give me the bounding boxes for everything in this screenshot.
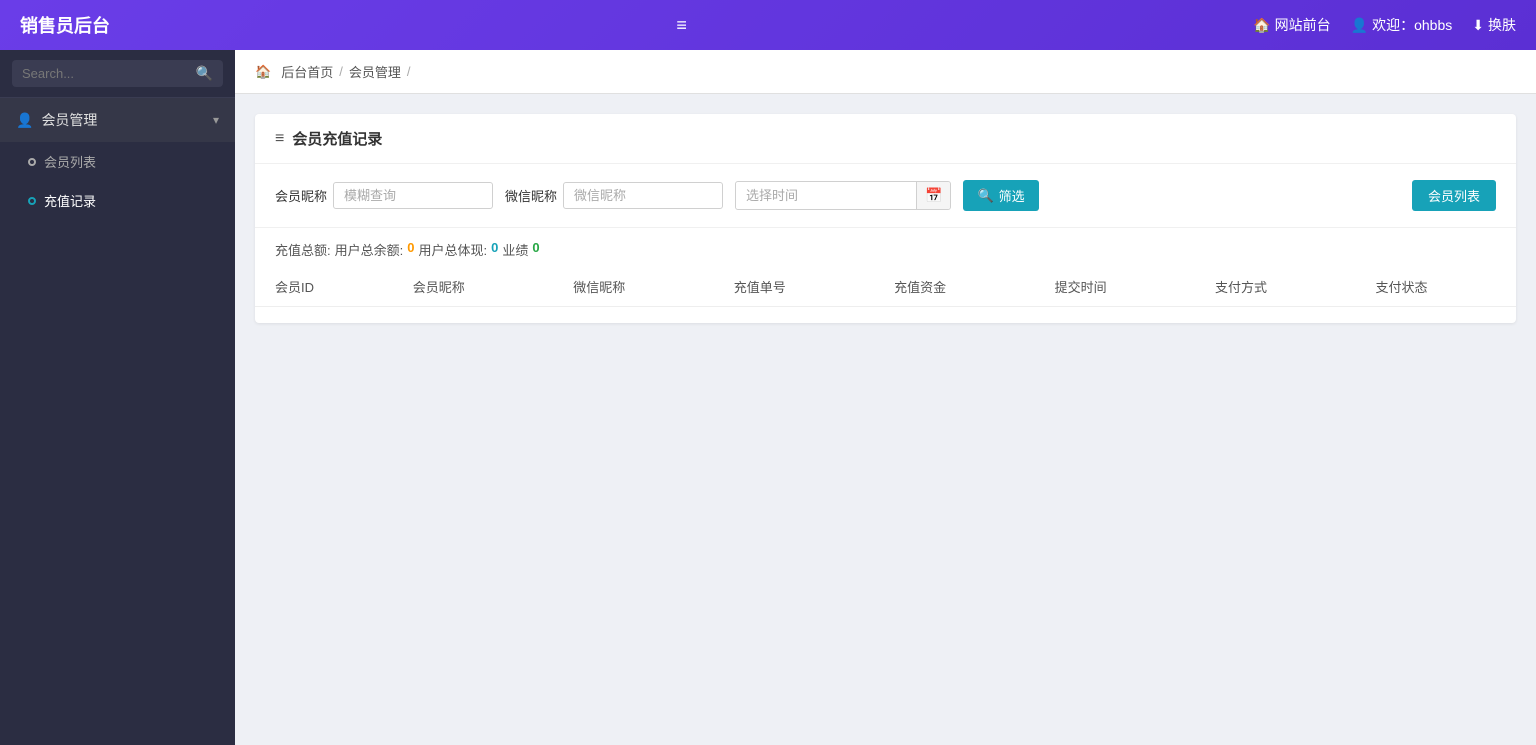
home-icon: 🏠 xyxy=(1253,17,1270,34)
calendar-icon[interactable]: 📅 xyxy=(916,182,950,209)
breadcrumb: 🏠 后台首页 / 会员管理 / xyxy=(235,50,1536,94)
user-balance-val: 0 xyxy=(407,240,414,259)
performance-label: 业绩 xyxy=(502,240,528,259)
search-input[interactable] xyxy=(22,66,196,81)
switch-icon: ⬇ xyxy=(1472,17,1484,34)
member-name-input[interactable] xyxy=(333,182,493,209)
main-card: ≡ 会员充值记录 会员昵称 微信昵称 xyxy=(255,114,1516,323)
breadcrumb-sep: / xyxy=(339,64,343,79)
list-icon: ≡ xyxy=(275,130,284,148)
card-title: 会员充值记录 xyxy=(292,128,382,149)
filter-button[interactable]: 🔍 筛选 xyxy=(963,180,1038,211)
dot-active-icon xyxy=(28,197,36,205)
recharge-total-label: 充值总额: xyxy=(275,240,331,259)
search-box[interactable]: 🔍 xyxy=(12,60,223,87)
sidebar-search-area: 🔍 xyxy=(0,50,235,98)
search-icon: 🔍 xyxy=(977,188,993,204)
member-group-icon: 👤 xyxy=(16,112,33,129)
welcome-link[interactable]: 👤 欢迎：ohbbs xyxy=(1351,15,1453,35)
switch-skin-link[interactable]: ⬇ 换肤 xyxy=(1472,15,1516,35)
main-content: 🏠 后台首页 / 会员管理 / ≡ 会员充值记录 会员昵称 xyxy=(235,50,1536,745)
search-icon[interactable]: 🔍 xyxy=(196,65,213,82)
sidebar-item-label: 会员列表 xyxy=(44,152,96,171)
user-cash-label: 用户总体现: xyxy=(418,240,487,259)
recharge-table: 会员ID 会员昵称 微信昵称 充值单号 充值资金 提交时间 支付方式 支付状态 xyxy=(255,267,1516,307)
topbar-right: 🏠 网站前台 👤 欢迎：ohbbs ⬇ 换肤 xyxy=(1253,15,1516,35)
sidebar-item-member-list[interactable]: 会员列表 xyxy=(0,142,235,181)
col-submit-time: 提交时间 xyxy=(1035,267,1195,307)
filter-date: 📅 xyxy=(735,181,951,210)
user-icon: 👤 xyxy=(1351,17,1368,34)
table-header-row: 会员ID 会员昵称 微信昵称 充值单号 充值资金 提交时间 支付方式 支付状态 xyxy=(255,267,1516,307)
table-head: 会员ID 会员昵称 微信昵称 充值单号 充值资金 提交时间 支付方式 支付状态 xyxy=(255,267,1516,307)
col-member-id: 会员ID xyxy=(255,267,393,307)
sidebar-item-label: 充值记录 xyxy=(44,191,96,210)
sidebar-item-recharge-record[interactable]: 充值记录 xyxy=(0,181,235,220)
dot-icon xyxy=(28,158,36,166)
website-link[interactable]: 🏠 网站前台 xyxy=(1253,15,1330,35)
card-header: ≡ 会员充值记录 xyxy=(255,114,1516,164)
wechat-input[interactable] xyxy=(563,182,723,209)
date-picker-wrap[interactable]: 📅 xyxy=(735,181,951,210)
member-list-button[interactable]: 会员列表 xyxy=(1412,180,1496,211)
sidebar-group-member-management[interactable]: 👤 会员管理 ▾ xyxy=(0,98,235,142)
user-cash-val: 0 xyxy=(491,240,498,259)
date-input[interactable] xyxy=(736,183,916,208)
hamburger-icon[interactable]: ≡ xyxy=(676,15,687,36)
filter-wechat: 微信昵称 xyxy=(505,182,723,209)
table-wrap: 会员ID 会员昵称 微信昵称 充值单号 充值资金 提交时间 支付方式 支付状态 xyxy=(255,267,1516,323)
user-balance-label: 用户总余额: xyxy=(335,240,404,259)
topbar: 销售员后台 ≡ 🏠 网站前台 👤 欢迎：ohbbs ⬇ 换肤 xyxy=(0,0,1536,50)
app-title: 销售员后台 xyxy=(20,12,110,38)
performance-val: 0 xyxy=(532,240,539,259)
sidebar-group-label: 会员管理 xyxy=(41,110,97,130)
filter-member-name: 会员昵称 xyxy=(275,182,493,209)
col-payment-method: 支付方式 xyxy=(1195,267,1355,307)
stats-row: 充值总额: 用户总余额: 0 用户总体现: 0 业绩 0 xyxy=(255,228,1516,267)
col-wechat-name: 微信昵称 xyxy=(553,267,713,307)
breadcrumb-sep2: / xyxy=(407,64,411,79)
col-recharge-amount: 充值资金 xyxy=(874,267,1034,307)
col-payment-status: 支付状态 xyxy=(1356,267,1517,307)
sidebar-menu: 👤 会员管理 ▾ 会员列表 充值记录 xyxy=(0,98,235,745)
breadcrumb-current: 会员管理 xyxy=(349,62,401,81)
breadcrumb-home-link[interactable]: 后台首页 xyxy=(281,62,333,81)
col-member-name: 会员昵称 xyxy=(393,267,553,307)
col-recharge-no: 充值单号 xyxy=(714,267,874,307)
breadcrumb-home-icon: 🏠 xyxy=(255,64,271,80)
chevron-down-icon: ▾ xyxy=(213,113,219,127)
page-area: ≡ 会员充值记录 会员昵称 微信昵称 xyxy=(235,94,1536,745)
member-name-label: 会员昵称 xyxy=(275,186,327,205)
sidebar: 🔍 👤 会员管理 ▾ 会员列表 充值记录 xyxy=(0,50,235,745)
wechat-label: 微信昵称 xyxy=(505,186,557,205)
filter-area: 会员昵称 微信昵称 📅 🔍 筛 xyxy=(255,164,1516,228)
